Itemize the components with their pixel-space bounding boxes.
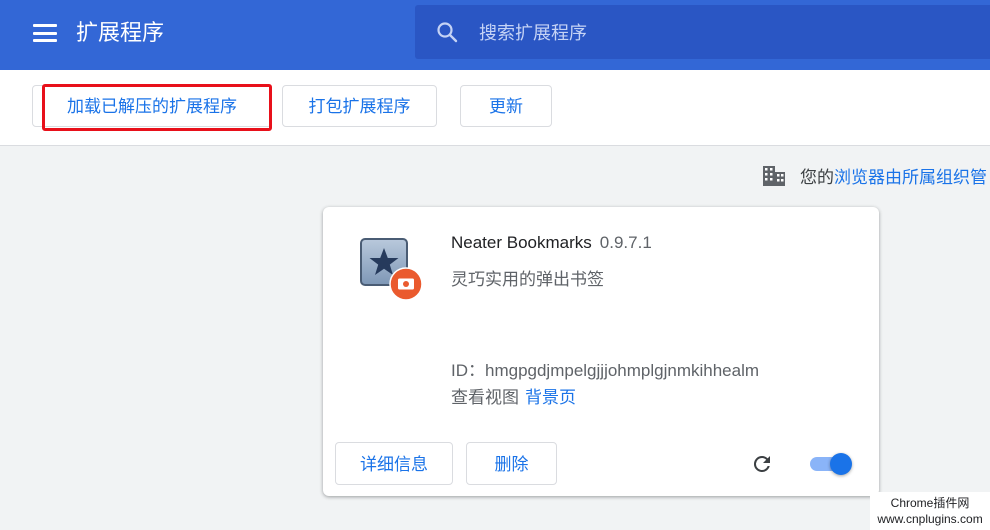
details-button[interactable]: 详细信息 <box>335 442 453 485</box>
extension-name: Neater Bookmarks <box>451 233 592 252</box>
extension-id: hmgpgdjmpelgjjjohmplgjnmkihhealm <box>485 361 760 380</box>
watermark-line2: www.cnplugins.com <box>877 512 983 526</box>
managed-notice: 您的浏览器由所属组织管 <box>762 165 987 190</box>
update-button[interactable]: 更新 <box>460 85 552 127</box>
search-icon <box>437 22 458 43</box>
enable-toggle[interactable] <box>808 452 854 476</box>
background-page-link[interactable]: 背景页 <box>525 388 576 407</box>
star-bookmark-icon <box>360 238 423 301</box>
hamburger-menu-icon[interactable] <box>33 24 57 42</box>
managed-prefix: 您的 <box>800 168 834 187</box>
extension-version: 0.9.7.1 <box>599 233 652 252</box>
load-unpacked-button[interactable]: 加载已解压的扩展程序 <box>32 85 272 127</box>
dev-toolbar: 加载已解压的扩展程序 打包扩展程序 更新 <box>0 70 990 146</box>
remove-button[interactable]: 删除 <box>466 442 557 485</box>
extension-id-label: ID： <box>451 361 485 380</box>
inspect-views-row: 查看视图 背景页 <box>451 383 576 408</box>
extension-name-row: Neater Bookmarks 0.9.7.1 <box>451 233 652 253</box>
search-box[interactable] <box>415 5 990 59</box>
search-input[interactable] <box>477 17 961 49</box>
unpacked-badge-icon <box>389 267 423 301</box>
app-header: 扩展程序 <box>0 0 990 70</box>
extension-id-row: ID：hmgpgdjmpelgjjjohmplgjnmkihhealm <box>451 356 759 381</box>
watermark: Chrome插件网 www.cnplugins.com <box>870 492 990 530</box>
managed-link[interactable]: 浏览器由所属组织管 <box>834 168 987 187</box>
inspect-views-label: 查看视图 <box>451 388 519 407</box>
watermark-line1: Chrome插件网 <box>890 496 970 510</box>
page-title: 扩展程序 <box>76 20 165 45</box>
pack-extension-button[interactable]: 打包扩展程序 <box>282 85 437 127</box>
toggle-knob <box>830 453 852 475</box>
extension-card: Neater Bookmarks 0.9.7.1 灵巧实用的弹出书签 ID：hmg… <box>323 207 879 496</box>
extension-description: 灵巧实用的弹出书签 <box>451 270 604 289</box>
reload-icon[interactable] <box>750 452 774 476</box>
building-icon <box>763 166 785 186</box>
